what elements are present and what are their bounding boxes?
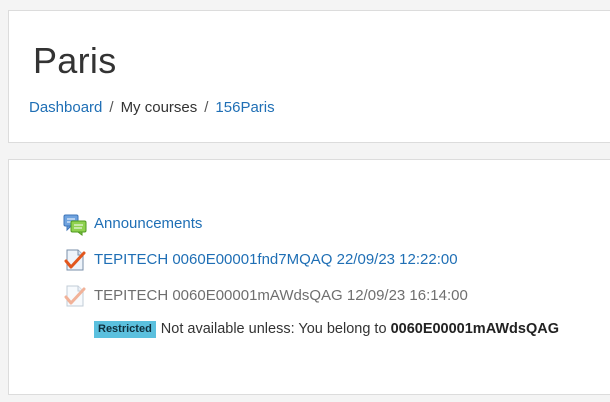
activity-link[interactable]: TEPITECH 0060E00001fnd7MQAQ 22/09/23 12:…	[94, 250, 458, 270]
availability-restriction: Restricted Not available unless: You bel…	[94, 319, 559, 339]
page-header-card: Paris Dashboard / My courses / 156Paris	[8, 10, 610, 143]
breadcrumb-separator: /	[204, 99, 209, 116]
breadcrumb-my-courses: My courses	[120, 99, 198, 116]
activity-feedback-restricted: TEPITECH 0060E00001mAWdsQAG 12/09/23 16:…	[63, 284, 468, 308]
breadcrumb-separator: /	[109, 99, 114, 116]
breadcrumb-dashboard-link[interactable]: Dashboard	[29, 99, 102, 116]
course-content-card: Announcements TEPITECH 0060E00001fnd7MQA…	[8, 159, 610, 395]
activity-feedback[interactable]: TEPITECH 0060E00001fnd7MQAQ 22/09/23 12:…	[63, 248, 458, 272]
forum-icon	[63, 214, 87, 236]
breadcrumb: Dashboard / My courses / 156Paris	[29, 98, 275, 118]
page-title: Paris	[33, 40, 117, 81]
restriction-group: 0060E00001mAWdsQAG	[390, 321, 560, 337]
restriction-text: Not available unless: You belong to	[160, 321, 387, 337]
activity-announcements[interactable]: Announcements	[63, 212, 202, 236]
restricted-badge: Restricted	[94, 320, 156, 338]
breadcrumb-course-link[interactable]: 156Paris	[215, 99, 274, 116]
activity-link[interactable]: Announcements	[94, 214, 202, 234]
activity-label-dimmed: TEPITECH 0060E00001mAWdsQAG 12/09/23 16:…	[94, 287, 468, 304]
feedback-icon	[64, 249, 86, 271]
feedback-icon	[64, 285, 86, 307]
